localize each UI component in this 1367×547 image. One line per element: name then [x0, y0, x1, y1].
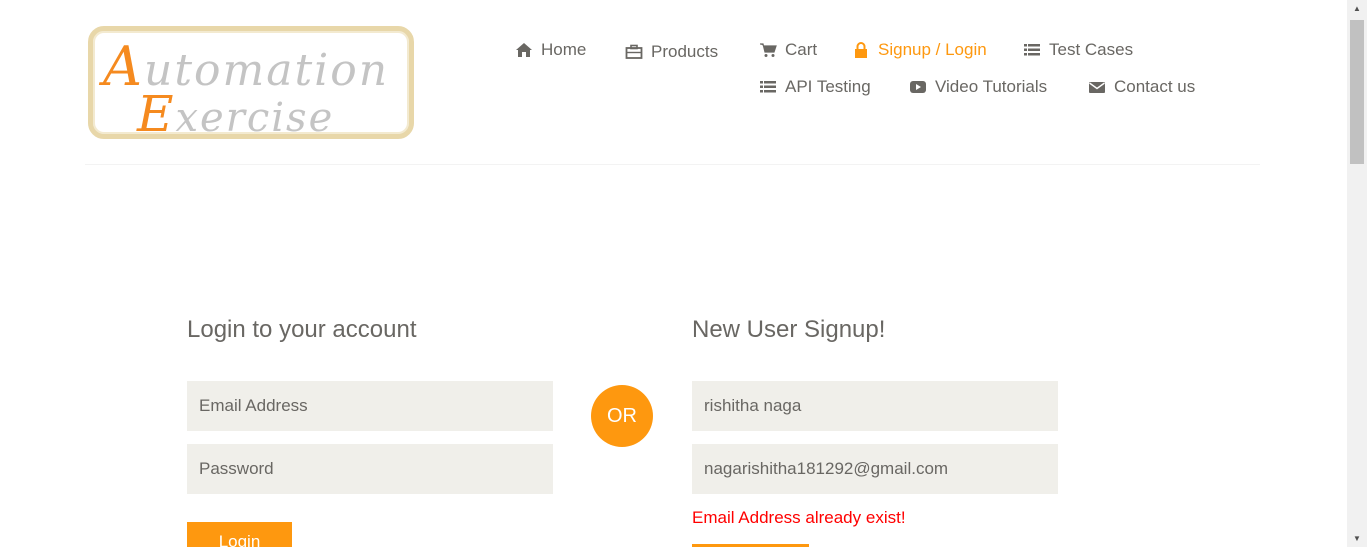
cart-icon: [760, 43, 777, 57]
youtube-icon: [910, 81, 926, 93]
nav-contact-us[interactable]: Contact us: [1088, 77, 1195, 97]
nav-cart[interactable]: Cart: [759, 40, 817, 60]
or-separator: OR: [591, 385, 653, 447]
signup-name-input[interactable]: [692, 381, 1058, 431]
logo-initial-e: E: [137, 85, 176, 143]
page-scrollbar[interactable]: ▲ ▼: [1347, 0, 1367, 547]
nav-api-testing-label: API Testing: [785, 77, 871, 96]
briefcase-icon: [625, 44, 643, 59]
nav-signup-login[interactable]: Signup / Login: [852, 40, 987, 60]
logo-line-2: Exercise: [137, 85, 334, 143]
login-button[interactable]: Login: [187, 522, 292, 547]
logo-word-2: xercise: [175, 95, 335, 141]
scroll-up-icon[interactable]: ▲: [1347, 0, 1367, 17]
nav-home-label: Home: [541, 40, 587, 59]
nav-contact-us-label: Contact us: [1114, 77, 1196, 96]
scroll-down-icon[interactable]: ▼: [1347, 530, 1367, 547]
nav-test-cases[interactable]: Test Cases: [1023, 40, 1133, 60]
nav-products-label: Products: [651, 42, 719, 61]
nav-video-tutorials-label: Video Tutorials: [935, 77, 1048, 96]
envelope-icon: [1089, 82, 1105, 93]
lock-icon: [855, 42, 867, 58]
nav-video-tutorials[interactable]: Video Tutorials: [909, 77, 1047, 97]
login-email-input[interactable]: [187, 381, 553, 431]
header-divider: [85, 164, 1260, 165]
nav-test-cases-label: Test Cases: [1049, 40, 1134, 59]
signup-title: New User Signup!: [692, 316, 886, 343]
signup-error-message: Email Address already exist!: [692, 508, 906, 527]
nav-products[interactable]: Products: [625, 42, 718, 62]
site-logo[interactable]: Automation Exercise: [88, 26, 414, 143]
nav-signup-login-label: Signup / Login: [878, 40, 987, 59]
signup-email-input[interactable]: [692, 444, 1058, 494]
nav-home[interactable]: Home: [515, 40, 586, 60]
nav-cart-label: Cart: [785, 40, 818, 59]
home-icon: [516, 43, 532, 57]
login-password-input[interactable]: [187, 444, 553, 494]
scrollbar-thumb[interactable]: [1350, 20, 1364, 164]
login-title: Login to your account: [187, 316, 417, 343]
list-icon: [1024, 44, 1040, 56]
list-icon: [760, 81, 776, 93]
nav-api-testing[interactable]: API Testing: [759, 77, 871, 97]
